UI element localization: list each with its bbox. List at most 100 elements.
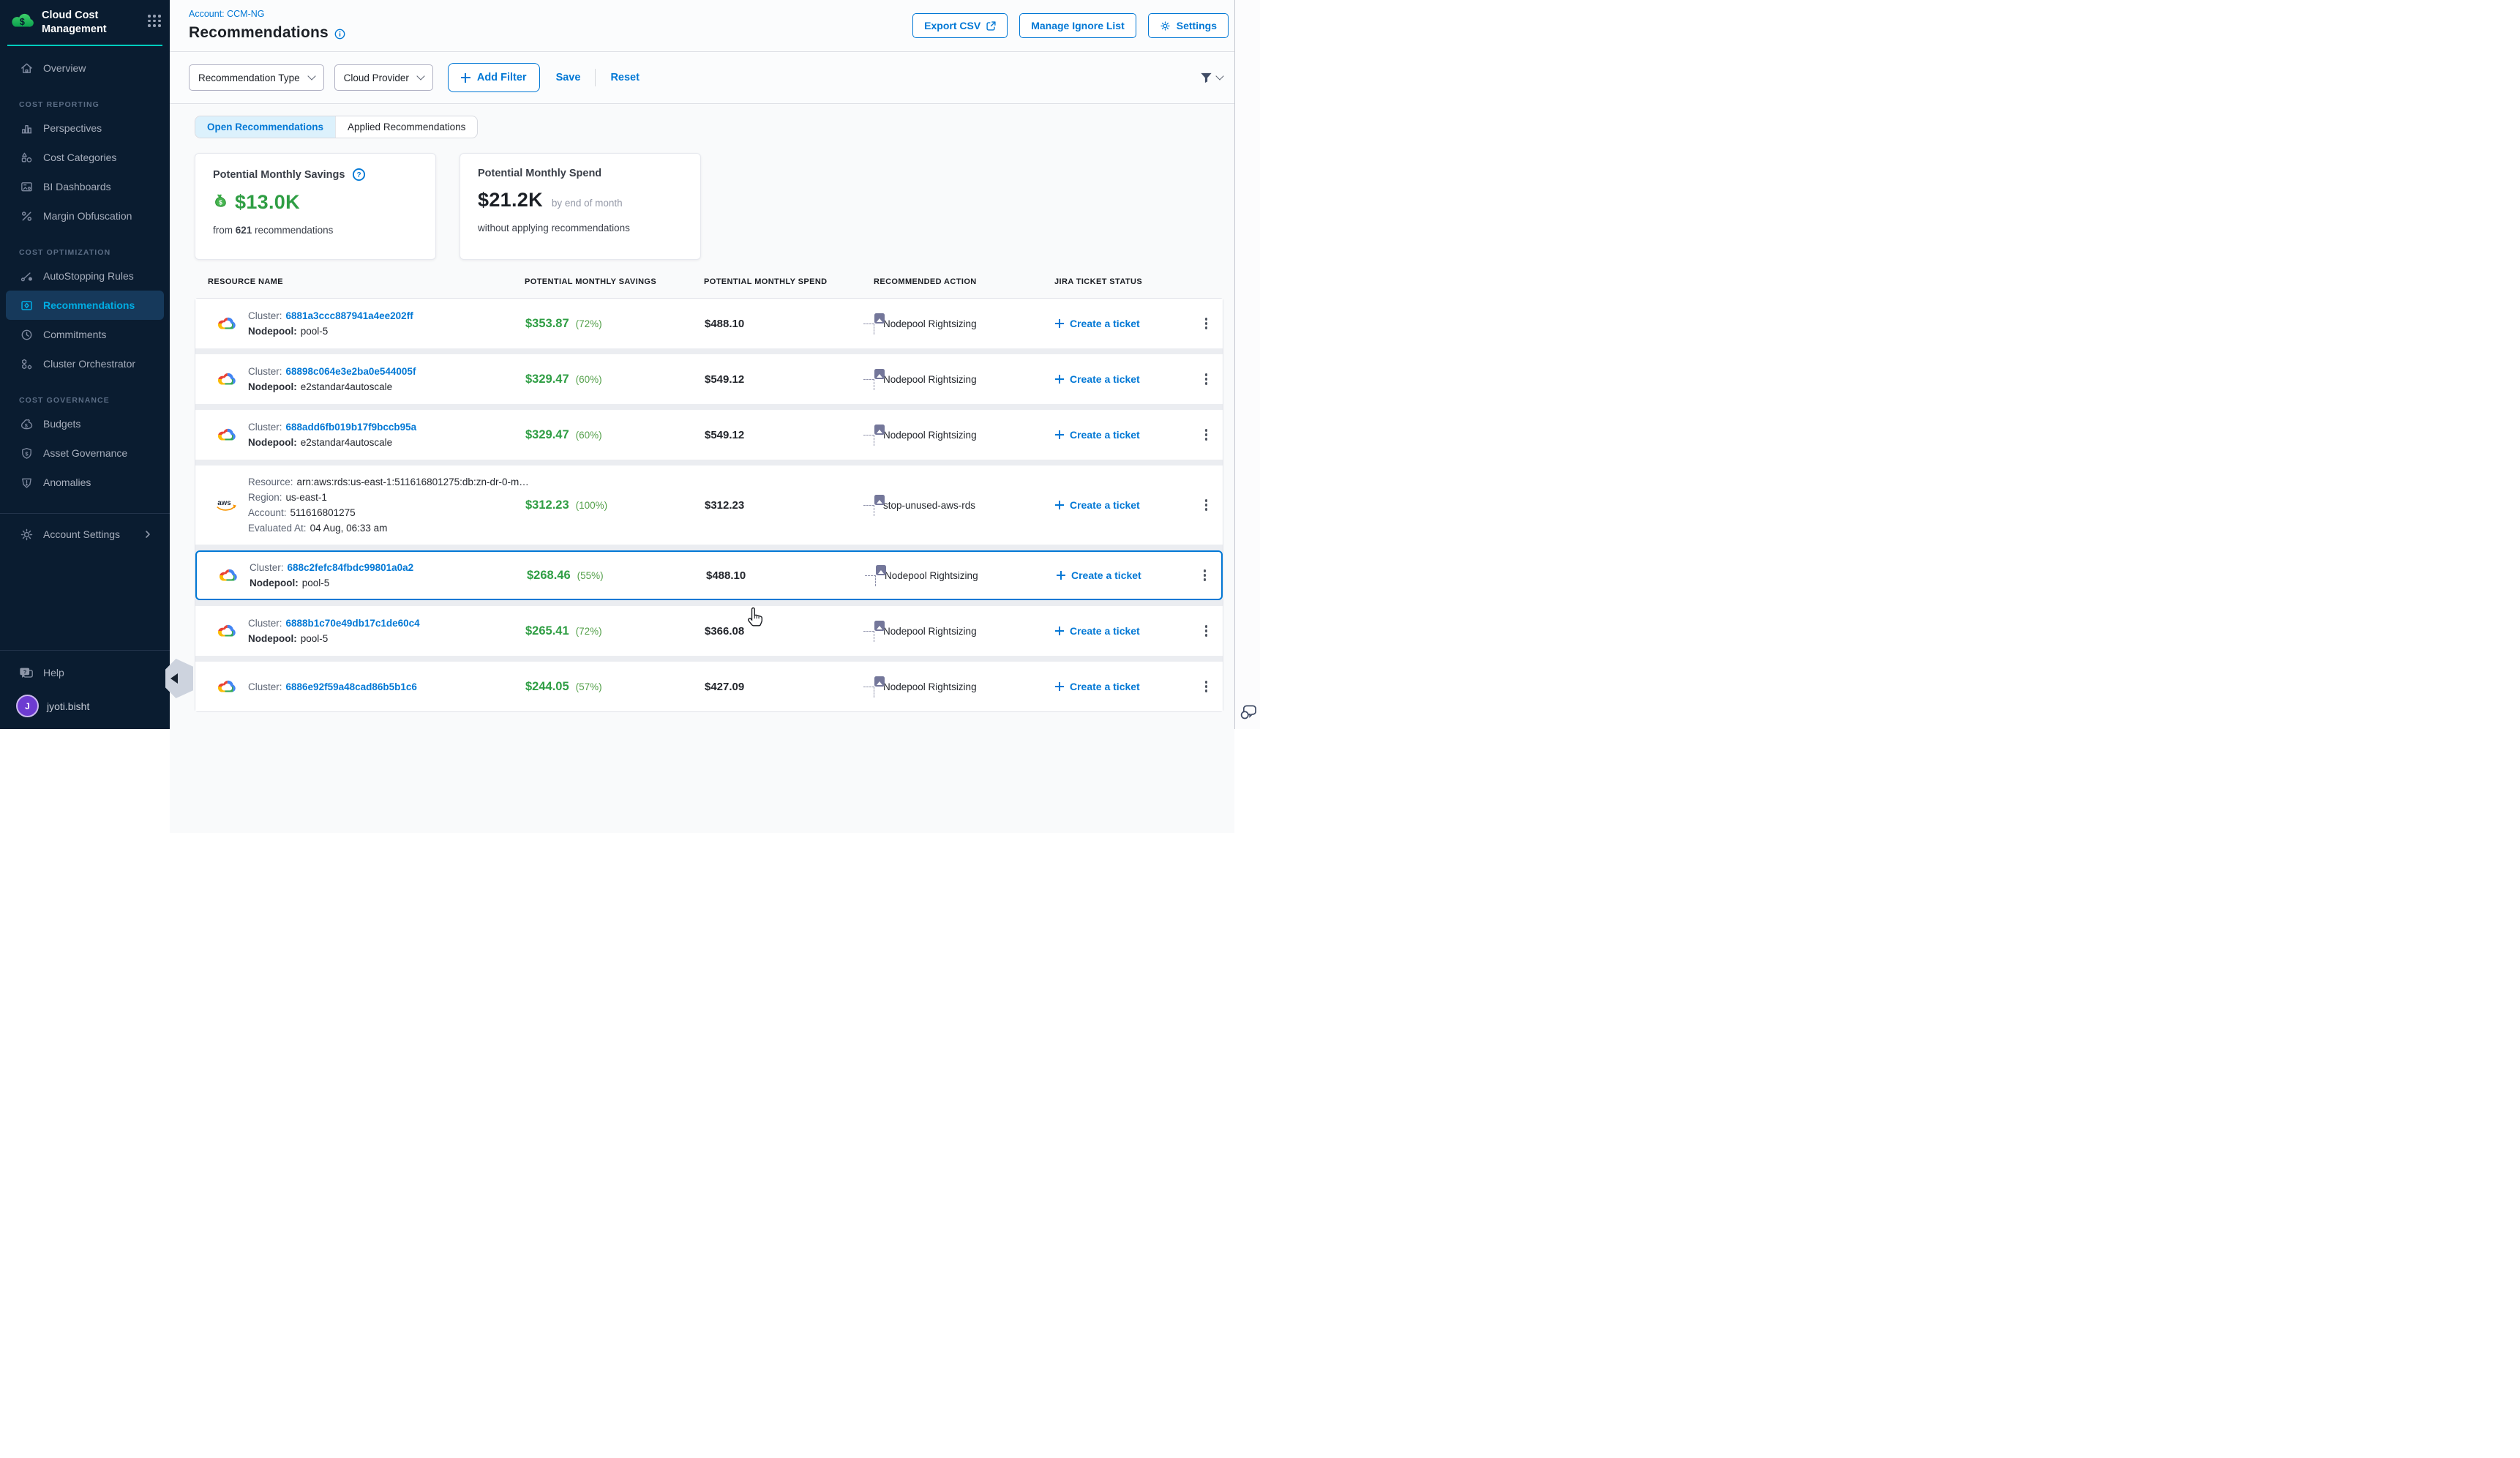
settings-button[interactable]: Settings [1148,13,1229,38]
export-csv-button[interactable]: Export CSV [912,13,1008,38]
recommendations-table: RESOURCE NAME POTENTIAL MONTHLY SAVINGS … [195,277,1223,712]
sidebar-item-label: Cost Categories [43,152,116,163]
chat-support-icon[interactable] [1240,704,1258,725]
money-bag-icon: $ [213,192,229,212]
savings-amount: $268.46 [527,569,571,583]
tab-open-recommendations[interactable]: Open Recommendations [195,116,335,138]
sidebar-item-perspectives[interactable]: Perspectives [0,113,170,143]
sidebar-item-bi-dashboards[interactable]: BI Dashboards [0,172,170,201]
recommended-action-label: Nodepool Rightsizing [883,626,977,637]
create-ticket-button[interactable]: Create a ticket [1055,318,1140,329]
kebab-menu-icon[interactable] [1201,370,1212,389]
resource-line-label: Cluster: [248,681,282,692]
sidebar-item-margin-obfuscation[interactable]: Margin Obfuscation [0,201,170,231]
kebab-menu-icon[interactable] [1201,425,1212,444]
create-ticket-button[interactable]: Create a ticket [1055,373,1140,385]
table-row[interactable]: Cluster:6881a3ccc887941a4ee202ffNodepool… [195,299,1223,348]
table-row[interactable]: Cluster:6886e92f59a48cad86b5b1c6$244.05(… [195,662,1223,711]
create-ticket-button[interactable]: Create a ticket [1055,429,1140,441]
table-row[interactable]: Cluster:688add6fb019b17f9bccb95aNodepool… [195,410,1223,460]
account-breadcrumb[interactable]: Account: CCM-NG [189,0,265,19]
sidebar-item-recommendations[interactable]: Recommendations [6,291,164,320]
cluster-icon [19,356,34,371]
external-link-icon [986,21,996,31]
kebab-menu-icon[interactable] [1201,496,1212,515]
resource-line-value: pool-5 [301,326,329,337]
resource-line-value: 511616801275 [290,507,356,518]
sidebar-item-commitments[interactable]: Commitments [0,320,170,349]
create-ticket-button[interactable]: Create a ticket [1055,499,1140,511]
resource-link[interactable]: 6886e92f59a48cad86b5b1c6 [286,681,417,692]
resource-line-label: Nodepool: [248,326,297,337]
gear-icon [1160,20,1171,31]
table-row[interactable]: Cluster: 68898c064e3e2ba0e544005f Nodepool… [195,354,1223,404]
sidebar-item-autostopping-rules[interactable]: AutoStopping Rules [0,261,170,291]
tab-applied-recommendations[interactable]: Applied Recommendations [335,116,477,138]
scrollbar-rail[interactable] [1234,0,1260,729]
kebab-menu-icon[interactable] [1201,621,1212,640]
sidebar-item-account-settings[interactable]: Account Settings [0,520,170,549]
kebab-menu-icon[interactable] [1200,566,1210,585]
sidebar-item-help[interactable]: ? Help [0,658,170,687]
recommendation-type-dropdown[interactable]: Recommendation Type [189,64,324,91]
cloud-provider-dropdown[interactable]: Cloud Provider [334,64,433,91]
resource-link[interactable]: 688c2fefc84fbdc99801a0a2 [288,562,414,573]
spend-amount: $366.08 [705,625,874,638]
table-row[interactable]: Cluster:688c2fefc84fbdc99801a0a2Nodepool… [195,550,1223,600]
page-header: Account: CCM-NG Recommendations Export C… [170,0,1234,51]
resource-line-label: Region: [248,492,282,503]
gcp-icon [216,678,238,695]
recommendation-count: 621 [236,225,252,236]
savings-amount: $312.23 [525,498,569,512]
module-grid-icon[interactable] [148,15,161,27]
chevron-down-icon [1215,72,1223,80]
reset-filter-button[interactable]: Reset [610,72,640,83]
sidebar-divider [0,513,170,514]
sidebar-item-overview[interactable]: Overview [0,53,170,83]
sidebar-item-label: AutoStopping Rules [43,270,134,282]
table-row[interactable]: awsResource:arn:aws:rds:us-east-1:511616… [195,466,1223,545]
table-row[interactable]: Cluster:6888b1c70e49db17c1de60c4Nodepool… [195,606,1223,656]
resource-link[interactable]: 6888b1c70e49db17c1de60c4 [286,618,420,629]
ccm-logo-icon: $ [9,10,35,34]
resource-line-label: Cluster: [248,366,282,377]
home-icon [19,61,34,75]
user-name: jyoti.bisht [47,700,89,712]
sidebar-item-cluster-orchestrator[interactable]: Cluster Orchestrator [0,349,170,378]
kebab-menu-icon[interactable] [1201,314,1212,333]
create-ticket-button[interactable]: Create a ticket [1055,681,1140,692]
col-potential-monthly-spend: POTENTIAL MONTHLY SPEND [704,277,874,286]
resource-link[interactable]: 688add6fb019b17f9bccb95a [286,422,417,433]
content-area: Open Recommendations Applied Recommendat… [170,104,1234,833]
savings-amount: $329.47 [525,428,569,442]
sidebar-item-label: BI Dashboards [43,181,111,192]
help-chat-icon: ? [19,665,34,680]
add-filter-button[interactable]: Add Filter [448,63,540,92]
create-ticket-label: Create a ticket [1070,318,1140,329]
sidebar-item-label: Margin Obfuscation [43,210,132,222]
resource-link[interactable]: 6881a3ccc887941a4ee202ff [286,310,413,321]
sidebar-item-label: Perspectives [43,122,102,134]
svg-text:$: $ [25,450,29,457]
create-ticket-button[interactable]: Create a ticket [1057,569,1141,581]
resource-line-label: Nodepool: [250,577,299,588]
sidebar-item-asset-governance[interactable]: $Asset Governance [0,438,170,468]
manage-ignore-list-button[interactable]: Manage Ignore List [1019,13,1136,38]
recommended-action-label: Nodepool Rightsizing [883,374,977,385]
sidebar-item-budgets[interactable]: $Budgets [0,409,170,438]
resource-line-value: pool-5 [301,633,329,644]
save-filter-button[interactable]: Save [556,72,581,83]
sidebar-item-anomalies[interactable]: Anomalies [0,468,170,497]
info-icon[interactable] [334,29,345,40]
question-icon[interactable]: ? [352,168,366,182]
resource-line-label: Nodepool: [248,381,297,392]
sidebar-item-label: Cluster Orchestrator [43,358,135,370]
user-menu[interactable]: J jyoti.bisht [0,687,170,729]
app-title: Cloud Cost Management [42,9,128,36]
create-ticket-button[interactable]: Create a ticket [1055,625,1140,637]
kebab-menu-icon[interactable] [1201,677,1212,696]
chevron-right-icon [143,530,152,539]
sidebar-item-cost-categories[interactable]: Cost Categories [0,143,170,172]
filter-panel-toggle[interactable] [1199,71,1223,85]
resource-link[interactable]: 68898c064e3e2ba0e544005f [286,366,416,377]
